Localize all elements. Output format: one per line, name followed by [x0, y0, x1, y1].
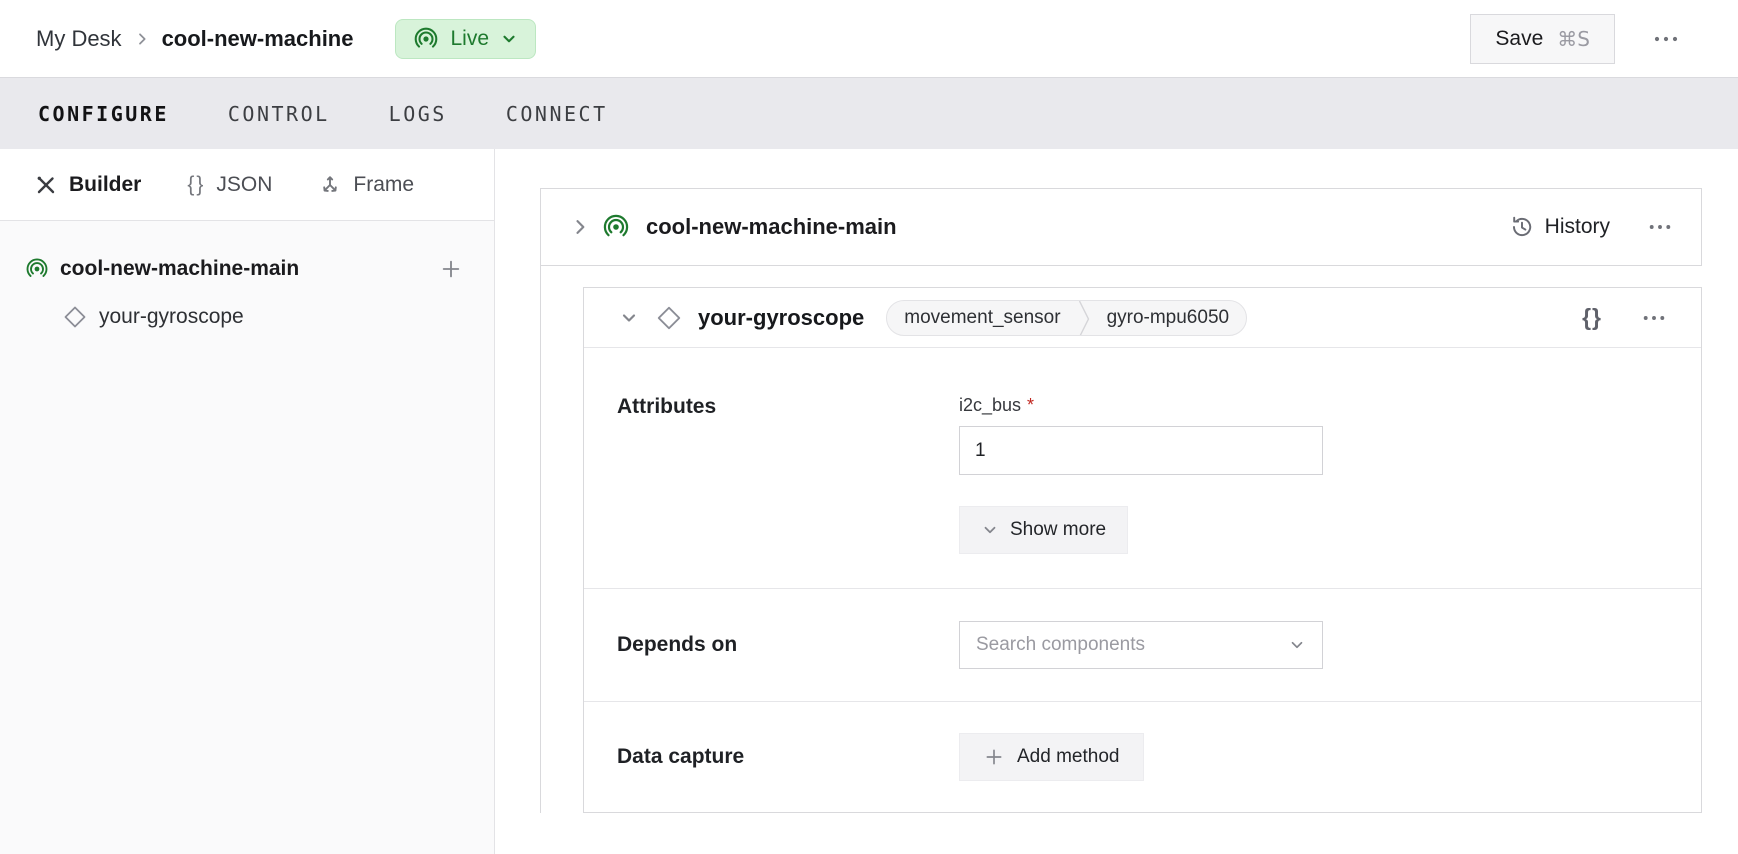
expand-part-button[interactable]: [562, 209, 598, 245]
part-card-title: cool-new-machine-main: [646, 214, 897, 240]
chevron-right-icon: [570, 217, 590, 237]
data-capture-section: Data capture Add method: [584, 702, 1701, 812]
chevron-down-icon: [500, 30, 518, 48]
frame-axes-icon: [318, 173, 342, 197]
tree-rail-line: [540, 266, 541, 813]
part-more-options-button[interactable]: [1640, 215, 1680, 239]
show-more-button[interactable]: Show more: [959, 506, 1128, 554]
top-bar-actions: Save ⌘S: [1470, 14, 1687, 64]
broadcast-icon: [413, 26, 439, 52]
config-main-area: cool-new-machine-main History: [495, 149, 1738, 854]
history-icon: [1509, 214, 1535, 240]
tab-logs[interactable]: LOGS: [389, 102, 447, 126]
component-more-options-button[interactable]: [1634, 306, 1674, 330]
save-button[interactable]: Save ⌘S: [1470, 14, 1615, 64]
gyroscope-component-card: your-gyroscope movement_sensor gyro-mpu6…: [583, 287, 1702, 813]
attributes-section: Attributes i2c_bus * Show more: [584, 348, 1701, 589]
ellipsis-icon: [1653, 35, 1679, 43]
braces-icon: {}: [1582, 304, 1602, 330]
view-json-button[interactable]: {}: [1574, 296, 1610, 339]
machine-config-page: My Desk cool-new-machine Live Save ⌘S: [0, 0, 1738, 854]
collapse-component-button[interactable]: [611, 300, 647, 336]
component-diamond-icon: [62, 304, 88, 330]
ellipsis-icon: [1648, 223, 1672, 231]
chevron-down-icon: [981, 521, 999, 539]
breadcrumb-current: cool-new-machine: [162, 26, 354, 52]
tab-configure[interactable]: CONFIGURE: [38, 102, 169, 126]
depends-on-placeholder: Search components: [976, 634, 1288, 656]
tab-control[interactable]: CONTROL: [228, 102, 330, 126]
more-options-button[interactable]: [1645, 27, 1687, 51]
plus-icon: [984, 747, 1004, 767]
component-diamond-icon: [655, 304, 683, 332]
i2c-bus-field-label: i2c_bus *: [959, 395, 1323, 416]
view-tab-json[interactable]: {} JSON: [187, 173, 272, 197]
badge-type: movement_sensor: [887, 301, 1077, 335]
depends-on-select[interactable]: Search components: [959, 621, 1323, 669]
part-card-actions: History: [1509, 214, 1680, 240]
tree-item-gyroscope[interactable]: your-gyroscope: [62, 297, 470, 337]
component-type-badge: movement_sensor gyro-mpu6050: [886, 300, 1247, 336]
add-component-button[interactable]: [432, 250, 470, 288]
component-actions: {}: [1550, 296, 1674, 339]
builder-tools-icon: [34, 173, 58, 197]
braces-icon: {}: [187, 173, 205, 197]
depends-on-section-label: Depends on: [617, 633, 959, 657]
attributes-fields: i2c_bus * Show more: [959, 395, 1323, 554]
nav-tab-bar: CONFIGURE CONTROL LOGS CONNECT: [0, 77, 1738, 149]
badge-separator-icon: [1078, 301, 1090, 336]
i2c-bus-input[interactable]: [959, 426, 1323, 475]
depends-on-section: Depends on Search components: [584, 589, 1701, 702]
attributes-section-label: Attributes: [617, 395, 959, 554]
component-title: your-gyroscope: [698, 305, 864, 331]
tab-connect[interactable]: CONNECT: [506, 102, 608, 126]
broadcast-icon: [602, 213, 630, 241]
config-view-tabs: Builder {} JSON Frame: [0, 149, 494, 221]
config-sidebar: Builder {} JSON Frame: [0, 149, 495, 854]
machine-part-card: cool-new-machine-main History: [540, 188, 1702, 266]
tree-item-machine-part[interactable]: cool-new-machine-main: [25, 247, 470, 291]
view-tab-frame[interactable]: Frame: [318, 173, 414, 197]
breadcrumb-parent-link[interactable]: My Desk: [36, 26, 122, 52]
breadcrumb-chevron-icon: [134, 31, 150, 47]
top-bar: My Desk cool-new-machine Live Save ⌘S: [0, 0, 1738, 77]
required-asterisk: *: [1027, 395, 1034, 416]
component-card-header: your-gyroscope movement_sensor gyro-mpu6…: [584, 288, 1701, 348]
plus-icon: [440, 258, 462, 280]
save-shortcut-hint: ⌘S: [1557, 27, 1590, 51]
broadcast-icon: [25, 257, 49, 281]
machine-status-dropdown[interactable]: Live: [395, 19, 536, 59]
component-tree: cool-new-machine-main your-gyroscope: [0, 221, 494, 337]
status-badge: Live: [450, 27, 489, 51]
badge-model: gyro-mpu6050: [1090, 301, 1247, 335]
chevron-down-icon: [1288, 636, 1306, 654]
ellipsis-icon: [1642, 314, 1666, 322]
add-method-button[interactable]: Add method: [959, 733, 1144, 781]
data-capture-section-label: Data capture: [617, 745, 959, 769]
chevron-down-icon: [619, 308, 639, 328]
view-tab-builder[interactable]: Builder: [34, 173, 141, 197]
history-button[interactable]: History: [1509, 214, 1610, 240]
